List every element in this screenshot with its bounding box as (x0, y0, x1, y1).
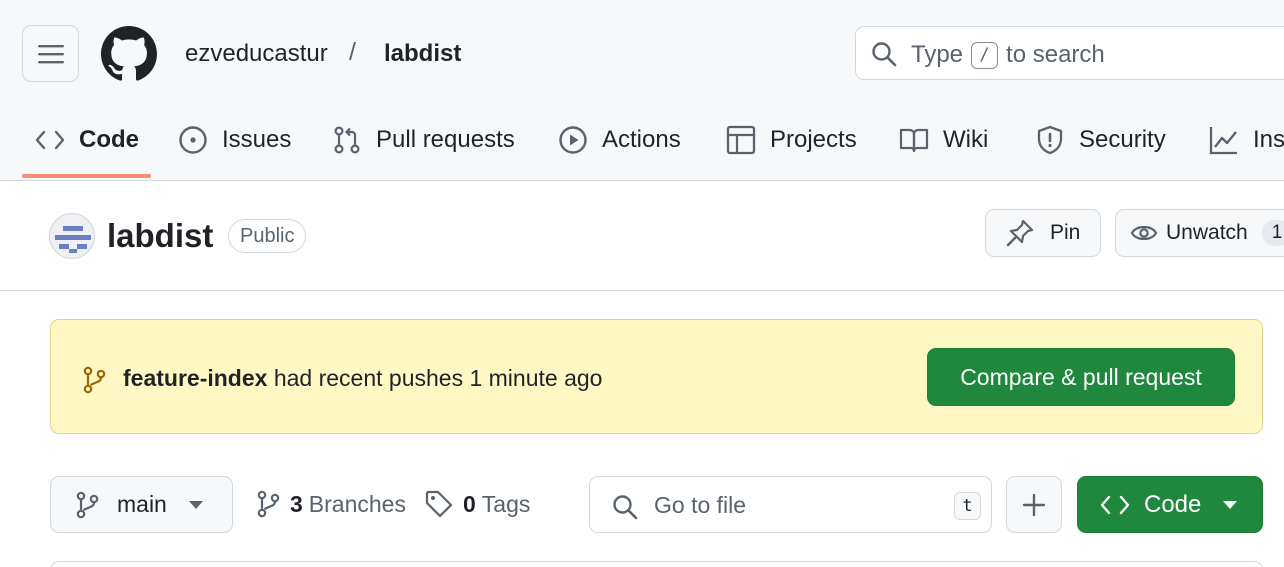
tags-count: 0 (463, 490, 476, 517)
tag-icon (425, 490, 453, 518)
branches-link[interactable]: 3 Branches (256, 490, 406, 518)
play-icon (559, 126, 587, 154)
git-branch-icon (76, 491, 99, 518)
go-to-file-placeholder: Go to file (654, 492, 747, 518)
go-to-file-shortcut-key: t (954, 492, 981, 520)
tags-link[interactable]: 0 Tags (425, 490, 530, 518)
repo-nav-tabs: Code Issues Pull requests Actions Projec… (0, 112, 1284, 180)
issue-opened-icon (179, 126, 207, 154)
hamburger-icon (37, 44, 64, 63)
search-icon (872, 42, 897, 67)
tab-issues[interactable]: Issues (178, 112, 291, 168)
branch-name: main (117, 491, 167, 517)
search-placeholder: Type / to search (911, 41, 1105, 69)
triangle-down-icon (188, 500, 203, 509)
git-pull-request-icon (334, 126, 360, 154)
go-to-file-input[interactable]: Go to file t (589, 476, 992, 533)
tab-label: Issues (222, 126, 292, 153)
tab-label: Projects (770, 126, 857, 153)
tab-wiki[interactable]: Wiki (899, 112, 988, 168)
plus-icon (1023, 493, 1045, 516)
code-icon (35, 130, 65, 150)
pin-label: Pin (1050, 221, 1081, 244)
branches-label: Branches (308, 490, 406, 517)
code-button-label: Code (1144, 490, 1202, 518)
tab-label: Ins (1253, 126, 1284, 153)
search-suffix: to search (1006, 41, 1105, 68)
shield-icon (1037, 125, 1063, 155)
github-logo-icon[interactable] (101, 26, 157, 82)
selected-tab-indicator (22, 174, 151, 178)
book-icon (899, 128, 929, 153)
unwatch-label: Unwatch (1166, 221, 1248, 244)
breadcrumb-owner[interactable]: ezveducastur (185, 40, 328, 68)
unwatch-button[interactable]: Unwatch 1 (1115, 209, 1284, 257)
code-icon (1100, 495, 1130, 514)
tab-label: Code (79, 126, 139, 153)
file-list-container (50, 561, 1263, 567)
repo-title-bar: labdist Public Pin Unwatch 1 (0, 181, 1284, 291)
code-dropdown-button[interactable]: Code (1077, 476, 1263, 533)
tab-pull-requests[interactable]: Pull requests (332, 112, 515, 168)
tab-insights[interactable]: Ins (1209, 112, 1284, 168)
tab-security[interactable]: Security (1035, 112, 1166, 168)
tab-label: Security (1079, 126, 1166, 153)
owner-avatar-icon (55, 226, 91, 253)
tags-label: Tags (481, 490, 531, 517)
table-icon (726, 125, 756, 155)
tab-actions[interactable]: Actions (558, 112, 681, 168)
search-shortcut-key: / (971, 41, 999, 69)
breadcrumb-separator: / (349, 38, 356, 66)
tab-label: Actions (602, 126, 681, 153)
tab-label: Pull requests (376, 126, 515, 153)
branches-count: 3 (290, 490, 303, 517)
tab-projects[interactable]: Projects (726, 112, 857, 168)
banner-branch-name[interactable]: feature-index (123, 365, 267, 391)
tab-code[interactable]: Code (35, 112, 139, 168)
banner-text: feature-index had recent pushes 1 minute… (123, 365, 602, 392)
git-branch-icon (257, 490, 280, 518)
add-file-button[interactable] (1006, 476, 1062, 533)
git-branch-icon (83, 366, 106, 394)
visibility-badge: Public (228, 219, 307, 253)
app-header: ezveducastur / labdist Type / to search … (0, 0, 1284, 181)
triangle-down-icon (1223, 500, 1238, 509)
pin-button[interactable]: Pin (985, 209, 1101, 257)
eye-icon (1130, 225, 1158, 241)
pin-icon (1006, 219, 1034, 247)
tab-label: Wiki (943, 126, 989, 153)
search-prefix: Type (911, 41, 964, 68)
branch-selector[interactable]: main (50, 476, 233, 533)
graph-icon (1209, 127, 1237, 155)
avatar[interactable] (49, 213, 95, 259)
menu-button[interactable] (22, 25, 79, 82)
breadcrumb-repo[interactable]: labdist (384, 40, 461, 68)
watch-count: 1 (1261, 220, 1284, 246)
global-search[interactable]: Type / to search (855, 26, 1284, 80)
search-icon (613, 495, 638, 520)
banner-message: had recent pushes 1 minute ago (267, 365, 603, 391)
repo-name[interactable]: labdist (107, 217, 213, 255)
compare-pull-request-button[interactable]: Compare & pull request (927, 348, 1235, 406)
recent-push-banner: feature-index had recent pushes 1 minute… (50, 319, 1263, 434)
